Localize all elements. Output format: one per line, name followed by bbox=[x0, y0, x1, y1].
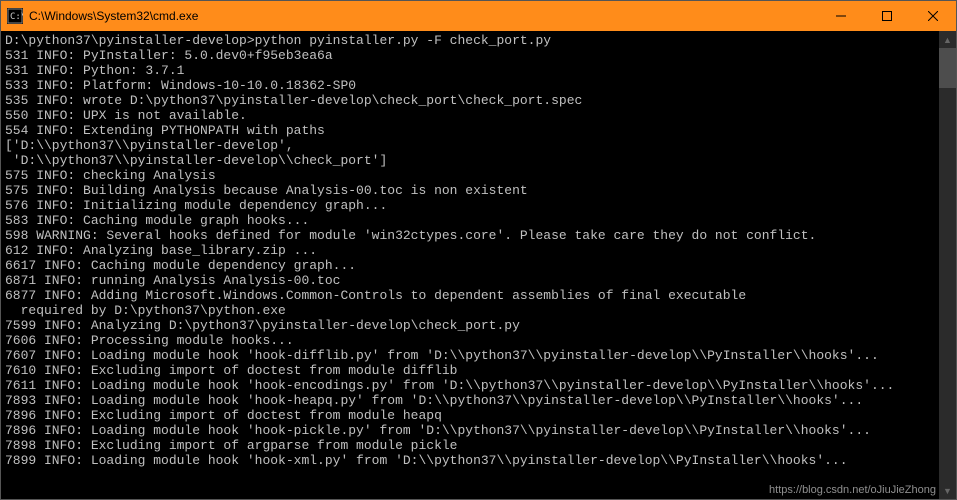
minimize-button[interactable] bbox=[818, 1, 864, 31]
watermark-text: https://blog.csdn.net/oJiuJieZhong bbox=[769, 484, 936, 496]
terminal-line: 7599 INFO: Analyzing D:\python37\pyinsta… bbox=[5, 318, 935, 333]
cmd-icon: C:\ bbox=[7, 8, 23, 24]
terminal-line: 6617 INFO: Caching module dependency gra… bbox=[5, 258, 935, 273]
terminal-line: 533 INFO: Platform: Windows-10-10.0.1836… bbox=[5, 78, 935, 93]
terminal-line: 6871 INFO: running Analysis Analysis-00.… bbox=[5, 273, 935, 288]
terminal-line: 576 INFO: Initializing module dependency… bbox=[5, 198, 935, 213]
terminal-line: 7611 INFO: Loading module hook 'hook-enc… bbox=[5, 378, 935, 393]
terminal-line: 583 INFO: Caching module graph hooks... bbox=[5, 213, 935, 228]
terminal-line: 7896 INFO: Excluding import of doctest f… bbox=[5, 408, 935, 423]
scroll-thumb[interactable] bbox=[939, 48, 956, 88]
terminal-line: 575 INFO: checking Analysis bbox=[5, 168, 935, 183]
terminal-line: 7607 INFO: Loading module hook 'hook-dif… bbox=[5, 348, 935, 363]
terminal-line: ['D:\\python37\\pyinstaller-develop', bbox=[5, 138, 935, 153]
terminal-line: 7896 INFO: Loading module hook 'hook-pic… bbox=[5, 423, 935, 438]
vertical-scrollbar[interactable]: ▲ ▼ bbox=[939, 31, 956, 499]
cmd-window: C:\ C:\Windows\System32\cmd.exe D:\pytho… bbox=[0, 0, 957, 500]
scroll-up-arrow[interactable]: ▲ bbox=[939, 31, 956, 48]
terminal-line: required by D:\python37\python.exe bbox=[5, 303, 935, 318]
terminal-line: 535 INFO: wrote D:\python37\pyinstaller-… bbox=[5, 93, 935, 108]
terminal-line: 7899 INFO: Loading module hook 'hook-xml… bbox=[5, 453, 935, 468]
terminal-area: D:\python37\pyinstaller-develop>python p… bbox=[1, 31, 956, 499]
terminal-line: D:\python37\pyinstaller-develop>python p… bbox=[5, 33, 935, 48]
window-controls bbox=[818, 1, 956, 31]
scroll-down-arrow[interactable]: ▼ bbox=[939, 482, 956, 499]
terminal-line: 531 INFO: Python: 3.7.1 bbox=[5, 63, 935, 78]
titlebar[interactable]: C:\ C:\Windows\System32\cmd.exe bbox=[1, 1, 956, 31]
terminal-line: 531 INFO: PyInstaller: 5.0.dev0+f95eb3ea… bbox=[5, 48, 935, 63]
maximize-button[interactable] bbox=[864, 1, 910, 31]
terminal-line: 550 INFO: UPX is not available. bbox=[5, 108, 935, 123]
terminal-line: 7893 INFO: Loading module hook 'hook-hea… bbox=[5, 393, 935, 408]
close-button[interactable] bbox=[910, 1, 956, 31]
terminal-line: 7610 INFO: Excluding import of doctest f… bbox=[5, 363, 935, 378]
window-title: C:\Windows\System32\cmd.exe bbox=[29, 9, 818, 23]
terminal-output[interactable]: D:\python37\pyinstaller-develop>python p… bbox=[1, 31, 939, 499]
terminal-line: 612 INFO: Analyzing base_library.zip ... bbox=[5, 243, 935, 258]
terminal-line: 6877 INFO: Adding Microsoft.Windows.Comm… bbox=[5, 288, 935, 303]
terminal-line: 575 INFO: Building Analysis because Anal… bbox=[5, 183, 935, 198]
terminal-line: 598 WARNING: Several hooks defined for m… bbox=[5, 228, 935, 243]
terminal-line: 554 INFO: Extending PYTHONPATH with path… bbox=[5, 123, 935, 138]
svg-text:C:\: C:\ bbox=[10, 12, 23, 22]
terminal-line: 'D:\\python37\\pyinstaller-develop\\chec… bbox=[5, 153, 935, 168]
terminal-line: 7606 INFO: Processing module hooks... bbox=[5, 333, 935, 348]
terminal-line: 7898 INFO: Excluding import of argparse … bbox=[5, 438, 935, 453]
